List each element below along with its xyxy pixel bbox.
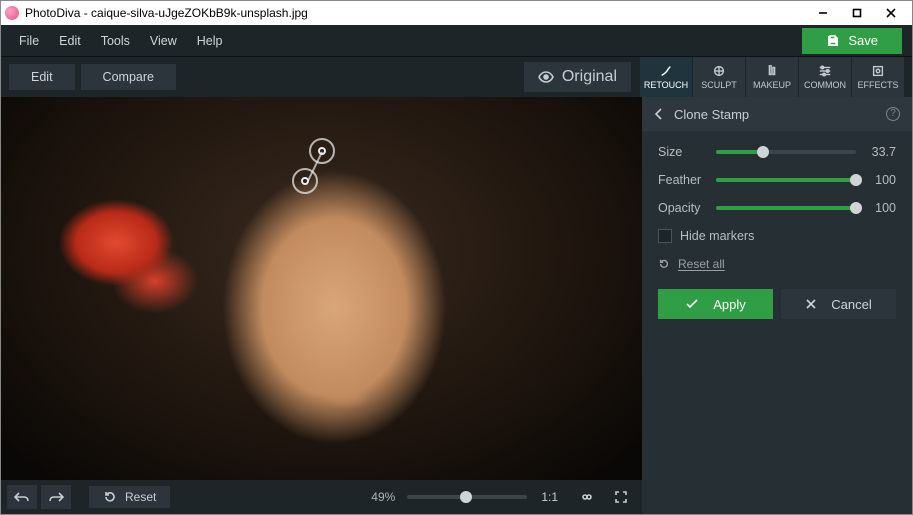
photo-canvas[interactable] [1, 97, 642, 480]
window-titlebar: PhotoDiva - caique-silva-uJgeZOKbB9k-uns… [1, 1, 912, 25]
topstrip: Edit Compare Original RETOUCH SCULPT MAK… [1, 57, 912, 97]
redo-icon [48, 491, 64, 503]
fullscreen-button[interactable] [606, 485, 636, 509]
fullscreen-icon [614, 490, 628, 504]
opacity-value: 100 [866, 201, 896, 215]
sliders-icon [817, 64, 833, 78]
reset-all-link[interactable]: Reset all [658, 257, 896, 271]
save-icon [826, 34, 840, 48]
original-button[interactable]: Original [524, 62, 631, 92]
compare-button[interactable]: Compare [81, 64, 176, 90]
size-value: 33.7 [866, 145, 896, 159]
effects-icon [870, 64, 886, 78]
panel-tabs: RETOUCH SCULPT MAKEUP COMMON EFFECTS [639, 57, 904, 97]
reset-button[interactable]: Reset [89, 486, 170, 508]
tab-makeup[interactable]: MAKEUP [745, 57, 798, 97]
apply-button-label: Apply [713, 297, 746, 312]
opacity-slider-row: Opacity 100 [658, 201, 896, 215]
feather-slider-row: Feather 100 [658, 173, 896, 187]
back-icon[interactable] [654, 107, 664, 121]
zoom-percent: 49% [363, 490, 403, 504]
reset-all-label: Reset all [678, 257, 725, 271]
size-slider[interactable] [716, 150, 856, 154]
reset-button-label: Reset [125, 490, 156, 504]
window-title: PhotoDiva - caique-silva-uJgeZOKbB9k-uns… [25, 6, 806, 20]
tab-common[interactable]: COMMON [798, 57, 851, 97]
zoom-1to1-button[interactable]: 1:1 [531, 490, 568, 504]
menu-tools[interactable]: Tools [91, 30, 140, 52]
window-maximize-button[interactable] [840, 2, 874, 24]
sculpt-icon [711, 64, 727, 78]
original-button-label: Original [562, 68, 617, 86]
side-panel: Clone Stamp ? Size 33.7 Feather 100 Opac… [642, 97, 912, 514]
menu-view[interactable]: View [140, 30, 187, 52]
menu-edit[interactable]: Edit [49, 30, 91, 52]
apply-button[interactable]: Apply [658, 289, 773, 319]
hide-markers-checkbox[interactable] [658, 229, 672, 243]
help-button[interactable]: ? [886, 107, 900, 121]
eye-icon [538, 71, 554, 83]
undo-button[interactable] [7, 485, 37, 509]
close-icon [805, 298, 817, 310]
window-minimize-button[interactable] [806, 2, 840, 24]
menu-file[interactable]: File [9, 30, 49, 52]
opacity-label: Opacity [658, 201, 706, 215]
panel-header: Clone Stamp ? [642, 97, 912, 131]
feather-value: 100 [866, 173, 896, 187]
reset-all-icon [658, 258, 670, 270]
cancel-button-label: Cancel [831, 297, 871, 312]
makeup-icon [764, 64, 780, 78]
redo-button[interactable] [41, 485, 71, 509]
menubar: File Edit Tools View Help Save [1, 25, 912, 57]
fit-icon [580, 490, 594, 504]
save-button[interactable]: Save [802, 28, 902, 54]
size-slider-row: Size 33.7 [658, 145, 896, 159]
feather-slider[interactable] [716, 178, 856, 182]
reset-icon [103, 490, 117, 504]
zoom-slider[interactable] [407, 495, 527, 499]
tab-effects[interactable]: EFFECTS [851, 57, 904, 97]
save-button-label: Save [848, 33, 878, 48]
canvas-area: Reset 49% 1:1 [1, 97, 642, 514]
undo-icon [14, 491, 30, 503]
fit-screen-button[interactable] [572, 485, 602, 509]
retouch-icon [658, 64, 674, 78]
tab-sculpt[interactable]: SCULPT [692, 57, 745, 97]
tab-retouch[interactable]: RETOUCH [639, 57, 692, 97]
app-icon [5, 6, 19, 20]
check-icon [685, 298, 699, 310]
cancel-button[interactable]: Cancel [781, 289, 896, 319]
clone-source-marker[interactable] [309, 138, 335, 164]
feather-label: Feather [658, 173, 706, 187]
bottombar: Reset 49% 1:1 [1, 480, 642, 514]
hide-markers-row[interactable]: Hide markers [658, 229, 896, 243]
window-close-button[interactable] [874, 2, 908, 24]
size-label: Size [658, 145, 706, 159]
menu-help[interactable]: Help [187, 30, 233, 52]
opacity-slider[interactable] [716, 206, 856, 210]
hide-markers-label: Hide markers [680, 229, 754, 243]
panel-title: Clone Stamp [674, 107, 749, 122]
edit-button[interactable]: Edit [9, 64, 75, 90]
